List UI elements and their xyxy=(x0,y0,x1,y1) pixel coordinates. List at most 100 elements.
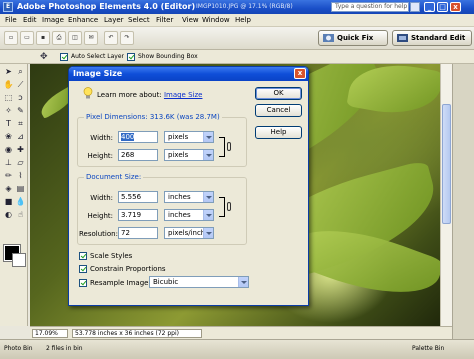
doc-height-label: Height: xyxy=(87,212,114,220)
cancel-button[interactable]: Cancel xyxy=(255,104,302,117)
blur-tool-icon[interactable]: 💧 xyxy=(15,196,26,207)
magic-wand-tool-icon[interactable]: ✧ xyxy=(3,105,14,116)
learn-more-link[interactable]: Image Size xyxy=(164,91,203,99)
eraser-tool-icon[interactable]: ▱ xyxy=(15,157,26,168)
help-button[interactable]: Help xyxy=(255,126,302,139)
marquee-tool-icon[interactable]: ⬚ xyxy=(3,92,14,103)
brush-tool-icon[interactable]: ⌇ xyxy=(15,170,26,181)
lasso-tool-icon[interactable]: ↄ xyxy=(15,92,26,103)
red-eye-tool-icon[interactable]: ◉ xyxy=(3,144,14,155)
doc-width-unit-select[interactable]: inches xyxy=(164,191,214,203)
email-icon[interactable]: ✉ xyxy=(84,31,98,45)
resolution-input[interactable]: 72 xyxy=(118,227,158,239)
quick-fix-button[interactable]: Quick Fix xyxy=(318,30,388,46)
auto-select-layer-checkbox[interactable] xyxy=(60,53,68,61)
scale-styles-checkbox[interactable] xyxy=(79,252,87,260)
cookie-cutter-tool-icon[interactable]: ❀ xyxy=(3,131,14,142)
pencil-tool-icon[interactable]: ✏ xyxy=(3,170,14,181)
chain-link-icon xyxy=(227,142,231,151)
straighten-tool-icon[interactable]: ⊿ xyxy=(15,131,26,142)
pixel-width-input[interactable]: 400 xyxy=(118,131,158,143)
menu-edit[interactable]: Edit xyxy=(23,16,37,24)
pixel-link-bracket xyxy=(219,137,225,157)
chevron-down-icon xyxy=(203,210,213,220)
menu-select[interactable]: Select xyxy=(128,16,150,24)
doc-height-unit: inches xyxy=(168,211,191,219)
pixel-height-input[interactable]: 268 xyxy=(118,149,158,161)
undo-icon[interactable]: ↶ xyxy=(104,31,118,45)
menu-layer[interactable]: Layer xyxy=(104,16,124,24)
ok-button[interactable]: OK xyxy=(255,87,302,100)
standard-edit-label: Standard Edit xyxy=(411,34,466,42)
menu-filter[interactable]: Filter xyxy=(156,16,173,24)
doc-height-input[interactable]: 3.719 xyxy=(118,209,158,221)
print-icon[interactable]: ⎙ xyxy=(52,31,66,45)
palette-bin-label[interactable]: Palette Bin xyxy=(412,345,444,352)
menu-window[interactable]: Window xyxy=(202,16,230,24)
show-bounding-box-label: Show Bounding Box xyxy=(138,53,198,60)
hand-tool-icon[interactable]: ✋ xyxy=(3,79,14,90)
doc-height-unit-select[interactable]: inches xyxy=(164,209,214,221)
healing-brush-tool-icon[interactable]: ✚ xyxy=(15,144,26,155)
minimize-button[interactable]: _ xyxy=(424,2,435,12)
resolution-unit-select[interactable]: pixels/inch xyxy=(164,227,214,239)
new-icon[interactable]: ▫ xyxy=(4,31,18,45)
menu-bar: File Edit Image Enhance Layer Select Fil… xyxy=(0,14,474,27)
selection-brush-tool-icon[interactable]: ✎ xyxy=(15,105,26,116)
open-icon[interactable]: ▭ xyxy=(20,31,34,45)
zoom-tool-icon[interactable]: ⌕ xyxy=(15,66,26,77)
title-bar: E Adobe Photoshop Elements 4.0 (Editor) … xyxy=(0,0,474,14)
help-search-input[interactable]: Type a question for help xyxy=(331,2,409,12)
move-tool-icon[interactable]: ➤ xyxy=(3,66,14,77)
resample-image-checkbox[interactable] xyxy=(79,279,87,287)
resample-method-value: Bicubic xyxy=(153,278,179,286)
background-color-swatch[interactable] xyxy=(12,253,26,267)
eyedropper-tool-icon[interactable]: ⟋ xyxy=(15,79,26,90)
doc-width-unit: inches xyxy=(168,193,191,201)
sponge-tool-icon[interactable]: ◐ xyxy=(3,209,14,220)
resample-method-select[interactable]: Bicubic xyxy=(149,276,249,288)
standard-edit-button[interactable]: Standard Edit xyxy=(392,30,472,46)
doc-width-value: 5.556 xyxy=(121,193,142,201)
pixel-height-unit-select[interactable]: pixels xyxy=(164,149,214,161)
save-icon[interactable]: ▪ xyxy=(36,31,50,45)
document-dimensions: 53.778 inches x 36 inches (72 ppi) xyxy=(72,329,202,338)
gradient-tool-icon[interactable]: ▤ xyxy=(15,183,26,194)
resolution-label: Resolution: xyxy=(79,230,118,238)
browse-icon[interactable]: ◫ xyxy=(68,31,82,45)
help-search-button[interactable] xyxy=(410,2,420,12)
menu-file[interactable]: File xyxy=(5,16,17,24)
chevron-down-icon xyxy=(203,192,213,202)
zoom-field[interactable]: 17.09% xyxy=(32,329,68,338)
pixel-width-unit-select[interactable]: pixels xyxy=(164,131,214,143)
show-bounding-box-checkbox[interactable] xyxy=(127,53,135,61)
maximize-button[interactable]: □ xyxy=(437,2,448,12)
type-tool-icon[interactable]: T xyxy=(3,118,14,129)
shape-tool-icon[interactable]: ■ xyxy=(3,196,14,207)
menu-help[interactable]: Help xyxy=(235,16,251,24)
files-in-bin-label: 2 files in bin xyxy=(46,345,83,352)
app-icon: E xyxy=(3,2,13,12)
smudge-tool-icon[interactable]: ☝ xyxy=(15,209,26,220)
close-button[interactable]: x xyxy=(450,2,461,12)
lightbulb-icon xyxy=(83,87,93,99)
paint-bucket-tool-icon[interactable]: ◈ xyxy=(3,183,14,194)
clone-stamp-tool-icon[interactable]: ⊥ xyxy=(3,157,14,168)
dialog-close-button[interactable]: x xyxy=(294,68,306,79)
constrain-proportions-checkbox[interactable] xyxy=(79,265,87,273)
scrollbar-thumb[interactable] xyxy=(442,104,451,224)
menu-enhance[interactable]: Enhance xyxy=(68,16,98,24)
menu-image[interactable]: Image xyxy=(42,16,64,24)
photo-bin-label[interactable]: Photo Bin xyxy=(4,345,33,352)
redo-icon[interactable]: ↷ xyxy=(120,31,134,45)
bottom-bar: Photo Bin 2 files in bin Palette Bin xyxy=(0,339,474,359)
vertical-scrollbar[interactable] xyxy=(440,64,452,326)
crop-tool-icon[interactable]: ⌗ xyxy=(15,118,26,129)
pixel-height-unit: pixels xyxy=(168,151,189,159)
doc-width-input[interactable]: 5.556 xyxy=(118,191,158,203)
auto-select-layer-label: Auto Select Layer xyxy=(71,53,124,60)
resample-image-label: Resample Image: xyxy=(90,279,151,287)
pixel-width-value: 400 xyxy=(121,133,135,141)
shortcuts-bar: ▫ ▭ ▪ ⎙ ◫ ✉ ↶ ↷ Quick Fix Standard Edit xyxy=(0,27,474,50)
menu-view[interactable]: View xyxy=(182,16,199,24)
